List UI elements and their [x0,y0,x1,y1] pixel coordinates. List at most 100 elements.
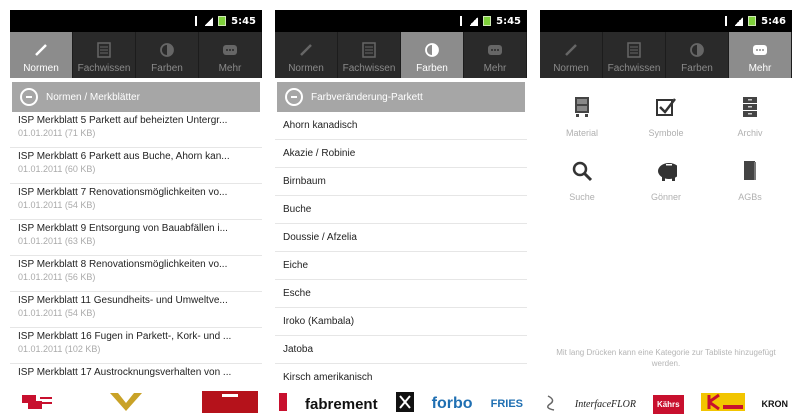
tab-farben[interactable]: Farben [401,32,464,78]
item-title: ISP Merkblatt 5 Parkett auf beheizten Un… [18,115,228,126]
sponsor-logo-red-strip[interactable] [279,391,287,417]
phone-screen-mehr: 5:46 Normen Fachwissen Farben Mehr Mater… [540,10,792,418]
tab-farben[interactable]: Farben [666,32,729,78]
clock: 5:45 [496,15,521,27]
tab-bar: Normen Fachwissen Farben Mehr [275,32,527,78]
list-item[interactable]: Buche [275,196,527,224]
tab-bar: Normen Fachwissen Farben Mehr [10,32,262,78]
item-title: ISP Merkblatt 16 Fugen in Parkett-, Kork… [18,331,232,342]
sponsor-bar [10,390,262,418]
sponsor-logo-square[interactable] [395,392,414,416]
grid-item-archiv[interactable]: Archiv [708,96,792,138]
item-meta: 01.01.2011 (54 KB) [18,308,96,318]
item-title: ISP Merkblatt 8 Renovationsmöglichkeiten… [18,259,228,270]
palette-icon [424,42,440,58]
item-title: ISP Merkblatt 9 Entsorgung von Bauabfäll… [18,223,228,234]
sponsor-logo-fabrement[interactable]: fabrement [305,396,378,413]
more-icon [752,42,768,58]
list-item[interactable]: Jatoba [275,336,527,364]
list-item[interactable]: ISP Merkblatt 8 Renovationsmöglichkeiten… [10,256,262,292]
signal-icon [205,16,214,26]
sponsor-logo-swirl[interactable] [544,392,558,416]
tab-normen[interactable]: Normen [540,32,603,78]
grid-label: Archiv [737,128,763,138]
item-title: ISP Merkblatt 17 Austrocknungsverhalten … [18,367,232,378]
item-meta: 01.01.2011 (71 KB) [18,128,96,138]
list-item[interactable]: ISP Merkblatt 5 Parkett auf beheizten Un… [10,112,262,148]
list-item[interactable]: ISP Merkblatt 9 Entsorgung von Bauabfäll… [10,220,262,256]
status-bar: 5:46 [540,10,792,32]
sponsor-logo-gold[interactable] [106,391,146,417]
list-item[interactable]: ISP Merkblatt 6 Parkett aus Buche, Ahorn… [10,148,262,184]
tab-label: Normen [23,63,59,74]
tab-label: Normen [288,63,324,74]
item-title: ISP Merkblatt 7 Renovationsmöglichkeiten… [18,187,228,198]
palette-icon [159,42,175,58]
section-header[interactable]: Farbveränderung-Parkett [277,82,525,112]
grid-item-material[interactable]: Material [540,96,624,138]
more-icon [487,42,503,58]
book-icon [361,42,377,58]
list-item[interactable]: Eiche [275,252,527,280]
signal-icon [735,16,744,26]
tab-normen[interactable]: Normen [10,32,73,78]
tab-farben[interactable]: Farben [136,32,199,78]
item-title: ISP Merkblatt 11 Gesundheits- und Umwelt… [18,295,228,306]
list-item[interactable]: Doussie / Afzelia [275,224,527,252]
sponsor-logo-k[interactable] [700,391,745,417]
sponsor-logo-interfaceflor[interactable]: InterfaceFLOR [575,399,636,410]
sponsor-logo-kron[interactable]: KRON [761,399,788,409]
sponsor-logo-forbo[interactable]: forbo [432,395,473,413]
tab-fachwissen[interactable]: Fachwissen [338,32,401,78]
sponsor-logo-cross[interactable] [14,391,54,417]
list-item[interactable]: ISP Merkblatt 11 Gesundheits- und Umwelt… [10,292,262,328]
sponsor-bar: fabrement forbo FRIES [275,390,527,418]
list-item[interactable]: Akazie / Robinie [275,140,527,168]
tab-mehr[interactable]: Mehr [729,32,792,78]
list-item[interactable]: Ahorn kanadisch [275,112,527,140]
grid-item-agbs[interactable]: AGBs [708,160,792,202]
usb-icon [457,16,466,26]
pencil-icon [298,42,314,58]
phone-screen-farben: 5:45 Normen Fachwissen Farben Mehr Farbv… [275,10,527,418]
wood-list: Ahorn kanadisch Akazie / Robinie Birnbau… [275,112,527,392]
collapse-icon [20,88,38,106]
signal-icon [470,16,479,26]
category-grid: Material Symbole Archiv Suche Gönner AGB… [540,96,792,202]
sponsor-logo-kaehrs[interactable]: Kährs [652,394,684,414]
grid-item-goenner[interactable]: Gönner [624,160,708,202]
list-item[interactable]: Kirsch amerikanisch [275,364,527,392]
tab-fachwissen[interactable]: Fachwissen [73,32,136,78]
grid-item-suche[interactable]: Suche [540,160,624,202]
section-header[interactable]: Normen / Merkblätter [12,82,260,112]
book-icon [96,42,112,58]
search-icon [571,160,593,182]
grid-item-symbole[interactable]: Symbole [624,96,708,138]
palette-icon [689,42,705,58]
sponsor-logo-red[interactable] [198,391,258,417]
battery-icon [218,16,227,26]
tab-mehr[interactable]: Mehr [464,32,527,78]
checkbox-icon [655,96,677,118]
sponsor-logo-fries[interactable]: FRIES [491,398,523,410]
more-icon [222,42,238,58]
item-meta: 01.01.2011 (56 KB) [18,272,96,282]
piggy-bank-icon [655,160,677,182]
hint-text: Mit lang Drücken kann eine Kategorie zur… [556,348,776,368]
tab-label: Fachwissen [77,63,131,74]
list-item[interactable]: ISP Merkblatt 7 Renovationsmöglichkeiten… [10,184,262,220]
list-item[interactable]: Esche [275,280,527,308]
tab-normen[interactable]: Normen [275,32,338,78]
tab-mehr[interactable]: Mehr [199,32,262,78]
collapse-icon [285,88,303,106]
clock: 5:45 [231,15,256,27]
list-item[interactable]: ISP Merkblatt 16 Fugen in Parkett-, Kork… [10,328,262,364]
list-item[interactable]: Iroko (Kambala) [275,308,527,336]
list-item[interactable]: Birnbaum [275,168,527,196]
tab-label: Mehr [218,63,242,74]
item-meta: 01.01.2011 (63 KB) [18,236,96,246]
tab-fachwissen[interactable]: Fachwissen [603,32,666,78]
pencil-icon [563,42,579,58]
grid-label: Suche [569,192,595,202]
tab-bar: Normen Fachwissen Farben Mehr [540,32,792,78]
